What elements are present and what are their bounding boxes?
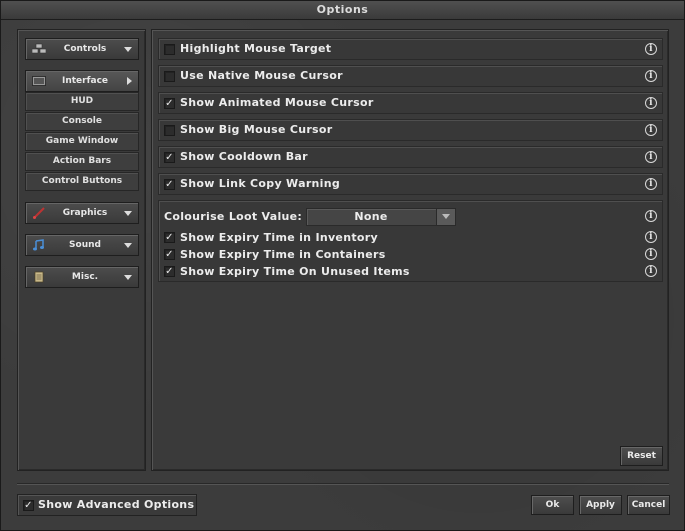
option-row-show-animated-mouse-cursor: ✓ Show Animated Mouse Cursor i (158, 92, 663, 114)
info-icon[interactable]: i (645, 97, 657, 109)
select-value: None (354, 210, 388, 223)
info-icon[interactable]: i (645, 265, 657, 277)
chevron-down-icon (124, 275, 132, 280)
option-label: Show Expiry Time On Unused Items (180, 265, 410, 278)
sidebar-item-sound[interactable]: Sound (25, 234, 139, 256)
checkbox-expiry-containers[interactable]: ✓ (164, 249, 175, 260)
ok-button[interactable]: Ok (531, 495, 574, 515)
sidebar-item-label: Graphics (62, 208, 108, 218)
option-label: Show Expiry Time in Inventory (180, 231, 378, 244)
chevron-down-icon (124, 243, 132, 248)
sidebar-item-graphics[interactable]: Graphics (25, 202, 139, 224)
checkbox-show-link-copy-warning[interactable]: ✓ (164, 179, 175, 190)
colourise-loot-select[interactable]: None (306, 208, 456, 226)
option-label: Show Animated Mouse Cursor (180, 96, 374, 109)
sidebar-subitem-game-window[interactable]: Game Window (25, 132, 139, 151)
option-label: Show Cooldown Bar (180, 150, 308, 163)
sidebar-subitem-action-bars[interactable]: Action Bars (25, 152, 139, 171)
option-label: Use Native Mouse Cursor (180, 69, 343, 82)
sidebar-item-label: Sound (69, 240, 101, 250)
option-row-expiry-containers: ✓ Show Expiry Time in Containers i (159, 246, 662, 263)
sidebar-item-label: Interface (61, 76, 109, 86)
option-row-use-native-mouse-cursor: Use Native Mouse Cursor i (158, 65, 663, 87)
window-title: Options (1, 1, 684, 20)
option-row-show-link-copy-warning: ✓ Show Link Copy Warning i (158, 173, 663, 195)
controls-icon (32, 43, 46, 54)
sidebar-subitem-console[interactable]: Console (25, 112, 139, 131)
interface-icon (32, 76, 46, 86)
option-row-expiry-unused-items: ✓ Show Expiry Time On Unused Items i (159, 263, 662, 280)
sidebar-subitem-hud[interactable]: HUD (25, 92, 139, 111)
option-row-show-cooldown-bar: ✓ Show Cooldown Bar i (158, 146, 663, 168)
reset-button[interactable]: Reset (620, 446, 663, 466)
checkbox-use-native-mouse-cursor[interactable] (164, 71, 175, 82)
chevron-right-icon (127, 77, 132, 85)
info-icon[interactable]: i (645, 210, 657, 222)
option-label: Show Big Mouse Cursor (180, 123, 333, 136)
sidebar-item-label: Misc. (71, 272, 99, 282)
chevron-down-icon[interactable] (436, 209, 455, 225)
apply-button[interactable]: Apply (579, 495, 622, 515)
info-icon[interactable]: i (645, 70, 657, 82)
info-icon[interactable]: i (645, 151, 657, 163)
info-icon[interactable]: i (645, 178, 657, 190)
show-advanced-options-toggle[interactable]: ✓ Show Advanced Options (17, 494, 197, 516)
option-row-expiry-inventory: ✓ Show Expiry Time in Inventory i (159, 229, 662, 246)
cancel-button[interactable]: Cancel (627, 495, 670, 515)
sidebar-item-interface[interactable]: Interface (25, 70, 139, 92)
option-label: Show Link Copy Warning (180, 177, 341, 190)
option-label: Highlight Mouse Target (180, 42, 332, 55)
sidebar-subitem-control-buttons[interactable]: Control Buttons (25, 172, 139, 191)
options-content-panel: Highlight Mouse Target i Use Native Mous… (151, 29, 669, 471)
loot-options-group: Colourise Loot Value: i None ✓ Show Expi… (158, 200, 663, 282)
checkbox-show-advanced-options[interactable]: ✓ (23, 500, 34, 511)
checkbox-show-big-mouse-cursor[interactable] (164, 125, 175, 136)
music-note-icon (33, 239, 44, 251)
brush-icon (33, 207, 45, 219)
checkbox-show-animated-mouse-cursor[interactable]: ✓ (164, 98, 175, 109)
option-row-highlight-mouse-target: Highlight Mouse Target i (158, 38, 663, 60)
info-icon[interactable]: i (645, 124, 657, 136)
chevron-down-icon (124, 47, 132, 52)
scroll-icon (34, 271, 44, 283)
info-icon[interactable]: i (645, 43, 657, 55)
sidebar: Controls Interface HUD Console Game Wind… (17, 29, 146, 471)
footer-divider (17, 483, 669, 484)
sidebar-item-misc[interactable]: Misc. (25, 266, 139, 288)
checkbox-highlight-mouse-target[interactable] (164, 44, 175, 55)
info-icon[interactable]: i (645, 231, 657, 243)
options-window: Options Controls Interface HUD Console G… (0, 0, 685, 531)
chevron-down-icon (124, 211, 132, 216)
colourise-loot-label: Colourise Loot Value: (164, 210, 303, 223)
checkbox-show-cooldown-bar[interactable]: ✓ (164, 152, 175, 163)
sidebar-item-label: Controls (63, 44, 107, 54)
show-advanced-options-label: Show Advanced Options (38, 498, 195, 511)
option-row-show-big-mouse-cursor: Show Big Mouse Cursor i (158, 119, 663, 141)
info-icon[interactable]: i (645, 248, 657, 260)
sidebar-item-controls[interactable]: Controls (25, 38, 139, 60)
checkbox-expiry-unused-items[interactable]: ✓ (164, 266, 175, 277)
option-label: Show Expiry Time in Containers (180, 248, 386, 261)
checkbox-expiry-inventory[interactable]: ✓ (164, 232, 175, 243)
